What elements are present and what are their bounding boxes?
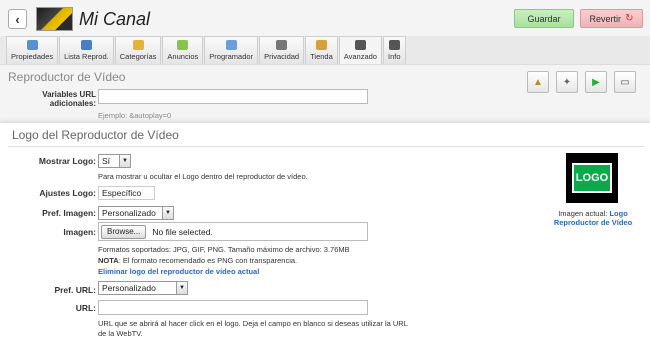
tab-label: Categorías bbox=[119, 52, 157, 61]
play-icon: ▶ bbox=[592, 76, 600, 88]
url-pref-value: Personalizado bbox=[102, 283, 156, 293]
tab-label: Privacidad bbox=[264, 52, 300, 61]
cart-icon bbox=[315, 40, 327, 50]
current-image-prefix: Imagen actual: bbox=[558, 209, 610, 218]
current-image-caption: Imagen actual: Logo Reproductor de Vídeo bbox=[540, 209, 646, 227]
format-note: NOTA: El formato recomendado es PNG con … bbox=[98, 256, 297, 266]
logo-preview: LOGO bbox=[566, 153, 618, 203]
logo-url-input[interactable] bbox=[98, 300, 368, 315]
image-label: Imagen: bbox=[63, 227, 96, 237]
tab-info[interactable]: Info bbox=[382, 36, 406, 64]
info-icon bbox=[388, 40, 400, 50]
player-settings-button[interactable]: ▲ bbox=[527, 71, 549, 93]
folder-icon bbox=[132, 40, 144, 50]
top-bar: ‹ Mi Canal Guardar Revertir ↻ bbox=[0, 0, 650, 36]
back-button[interactable]: ‹ bbox=[8, 9, 27, 29]
tab-anuncios[interactable]: Anuncios bbox=[162, 36, 204, 64]
chevron-down-icon: ▼ bbox=[162, 207, 173, 219]
monitor-icon: ▭ bbox=[620, 76, 630, 88]
remove-logo-link[interactable]: Eliminar logo del reproductor de vídeo a… bbox=[98, 267, 259, 277]
tab-programador[interactable]: Programador bbox=[204, 36, 259, 64]
show-logo-select[interactable]: Sí ▼ bbox=[98, 154, 131, 168]
url-help: URL que se abrirá al hacer click en el l… bbox=[98, 319, 408, 338]
tab-tienda[interactable]: Tienda bbox=[305, 36, 338, 64]
divider bbox=[8, 146, 644, 147]
tab-categor-as[interactable]: Categorías bbox=[114, 36, 162, 64]
tab-bar: Propiedades Lista Reprod. Categorías Anunci… bbox=[6, 36, 407, 64]
ad-icon bbox=[177, 40, 189, 50]
file-status: No file selected. bbox=[152, 226, 213, 237]
url-label: URL: bbox=[75, 303, 96, 313]
tab-label: Lista Reprod. bbox=[64, 52, 109, 61]
player-share-button[interactable]: ✦ bbox=[556, 71, 578, 93]
tab-lista-reprod-[interactable]: Lista Reprod. bbox=[59, 36, 114, 64]
url-vars-label: Variables URL adicionales: bbox=[42, 90, 96, 108]
refresh-icon: ↻ bbox=[625, 13, 634, 24]
player-settings-icon: ▲ bbox=[533, 76, 543, 88]
preview-button[interactable]: ▭ bbox=[614, 71, 636, 93]
formats-help: Formatos soportados: JPG, GIF, PNG. Tama… bbox=[98, 245, 350, 254]
logo-preview-image: LOGO bbox=[572, 163, 612, 193]
chevron-down-icon: ▼ bbox=[176, 282, 187, 294]
channel-thumbnail bbox=[36, 7, 73, 31]
gear-icon bbox=[354, 40, 366, 50]
logo-panel: Logo del Reproductor de Vídeo Mostrar Lo… bbox=[0, 122, 650, 341]
play-button[interactable]: ▶ bbox=[585, 71, 607, 93]
revert-label: Revertir bbox=[589, 13, 622, 24]
tab-propiedades[interactable]: Propiedades bbox=[6, 36, 59, 64]
logo-section-title: Logo del Reproductor de Vídeo bbox=[12, 128, 179, 142]
tab-label: Propiedades bbox=[11, 52, 54, 61]
image-pref-label: Pref. Imagen: bbox=[42, 208, 96, 218]
revert-button[interactable]: Revertir ↻ bbox=[580, 9, 643, 28]
show-logo-help: Para mostrar u ocultar el Logo dentro de… bbox=[98, 172, 308, 181]
tab-privacidad[interactable]: Privacidad bbox=[259, 36, 305, 64]
image-pref-select[interactable]: Personalizado ▼ bbox=[98, 206, 174, 220]
tab-label: Anuncios bbox=[167, 52, 199, 61]
url-vars-example: Ejemplo: &autoplay=0 bbox=[98, 111, 172, 120]
logo-settings-value: Específico bbox=[102, 188, 142, 198]
image-pref-value: Personalizado bbox=[102, 208, 156, 218]
tab-label: Tienda bbox=[310, 52, 333, 61]
channel-title: Mi Canal bbox=[79, 9, 151, 29]
player-share-icon: ✦ bbox=[562, 76, 572, 88]
tab-label: Info bbox=[387, 52, 401, 61]
show-logo-value: Sí bbox=[102, 156, 111, 166]
image-file-input[interactable]: Browse... No file selected. bbox=[98, 222, 368, 241]
playlist-icon bbox=[80, 40, 92, 50]
tab-label: Programador bbox=[209, 52, 254, 61]
player-section: Reproductor de Vídeo ▲ ✦ ▶ ▭ Variables U… bbox=[0, 64, 650, 122]
browse-button[interactable]: Browse... bbox=[101, 224, 147, 239]
logo-settings-select[interactable]: Específico bbox=[98, 186, 155, 200]
grid-icon bbox=[26, 40, 38, 50]
logo-settings-label: Ajustes Logo: bbox=[39, 188, 96, 198]
url-pref-select[interactable]: Personalizado ▼ bbox=[98, 281, 188, 295]
calendar-icon bbox=[225, 40, 237, 50]
chevron-down-icon: ▼ bbox=[119, 155, 130, 167]
back-arrow-icon: ‹ bbox=[15, 11, 20, 27]
users-icon bbox=[276, 40, 288, 50]
url-pref-label: Pref. URL: bbox=[54, 285, 96, 295]
show-logo-label: Mostrar Logo: bbox=[38, 156, 96, 166]
tab-label: Avanzado bbox=[343, 52, 377, 61]
note-text: : El formato recomendado es PNG con tran… bbox=[118, 256, 298, 265]
player-section-title: Reproductor de Vídeo bbox=[8, 70, 126, 84]
save-button[interactable]: Guardar bbox=[514, 9, 574, 28]
url-vars-input[interactable] bbox=[98, 89, 368, 104]
tab-avanzado[interactable]: Avanzado bbox=[338, 36, 382, 64]
note-label: NOTA bbox=[98, 256, 119, 265]
